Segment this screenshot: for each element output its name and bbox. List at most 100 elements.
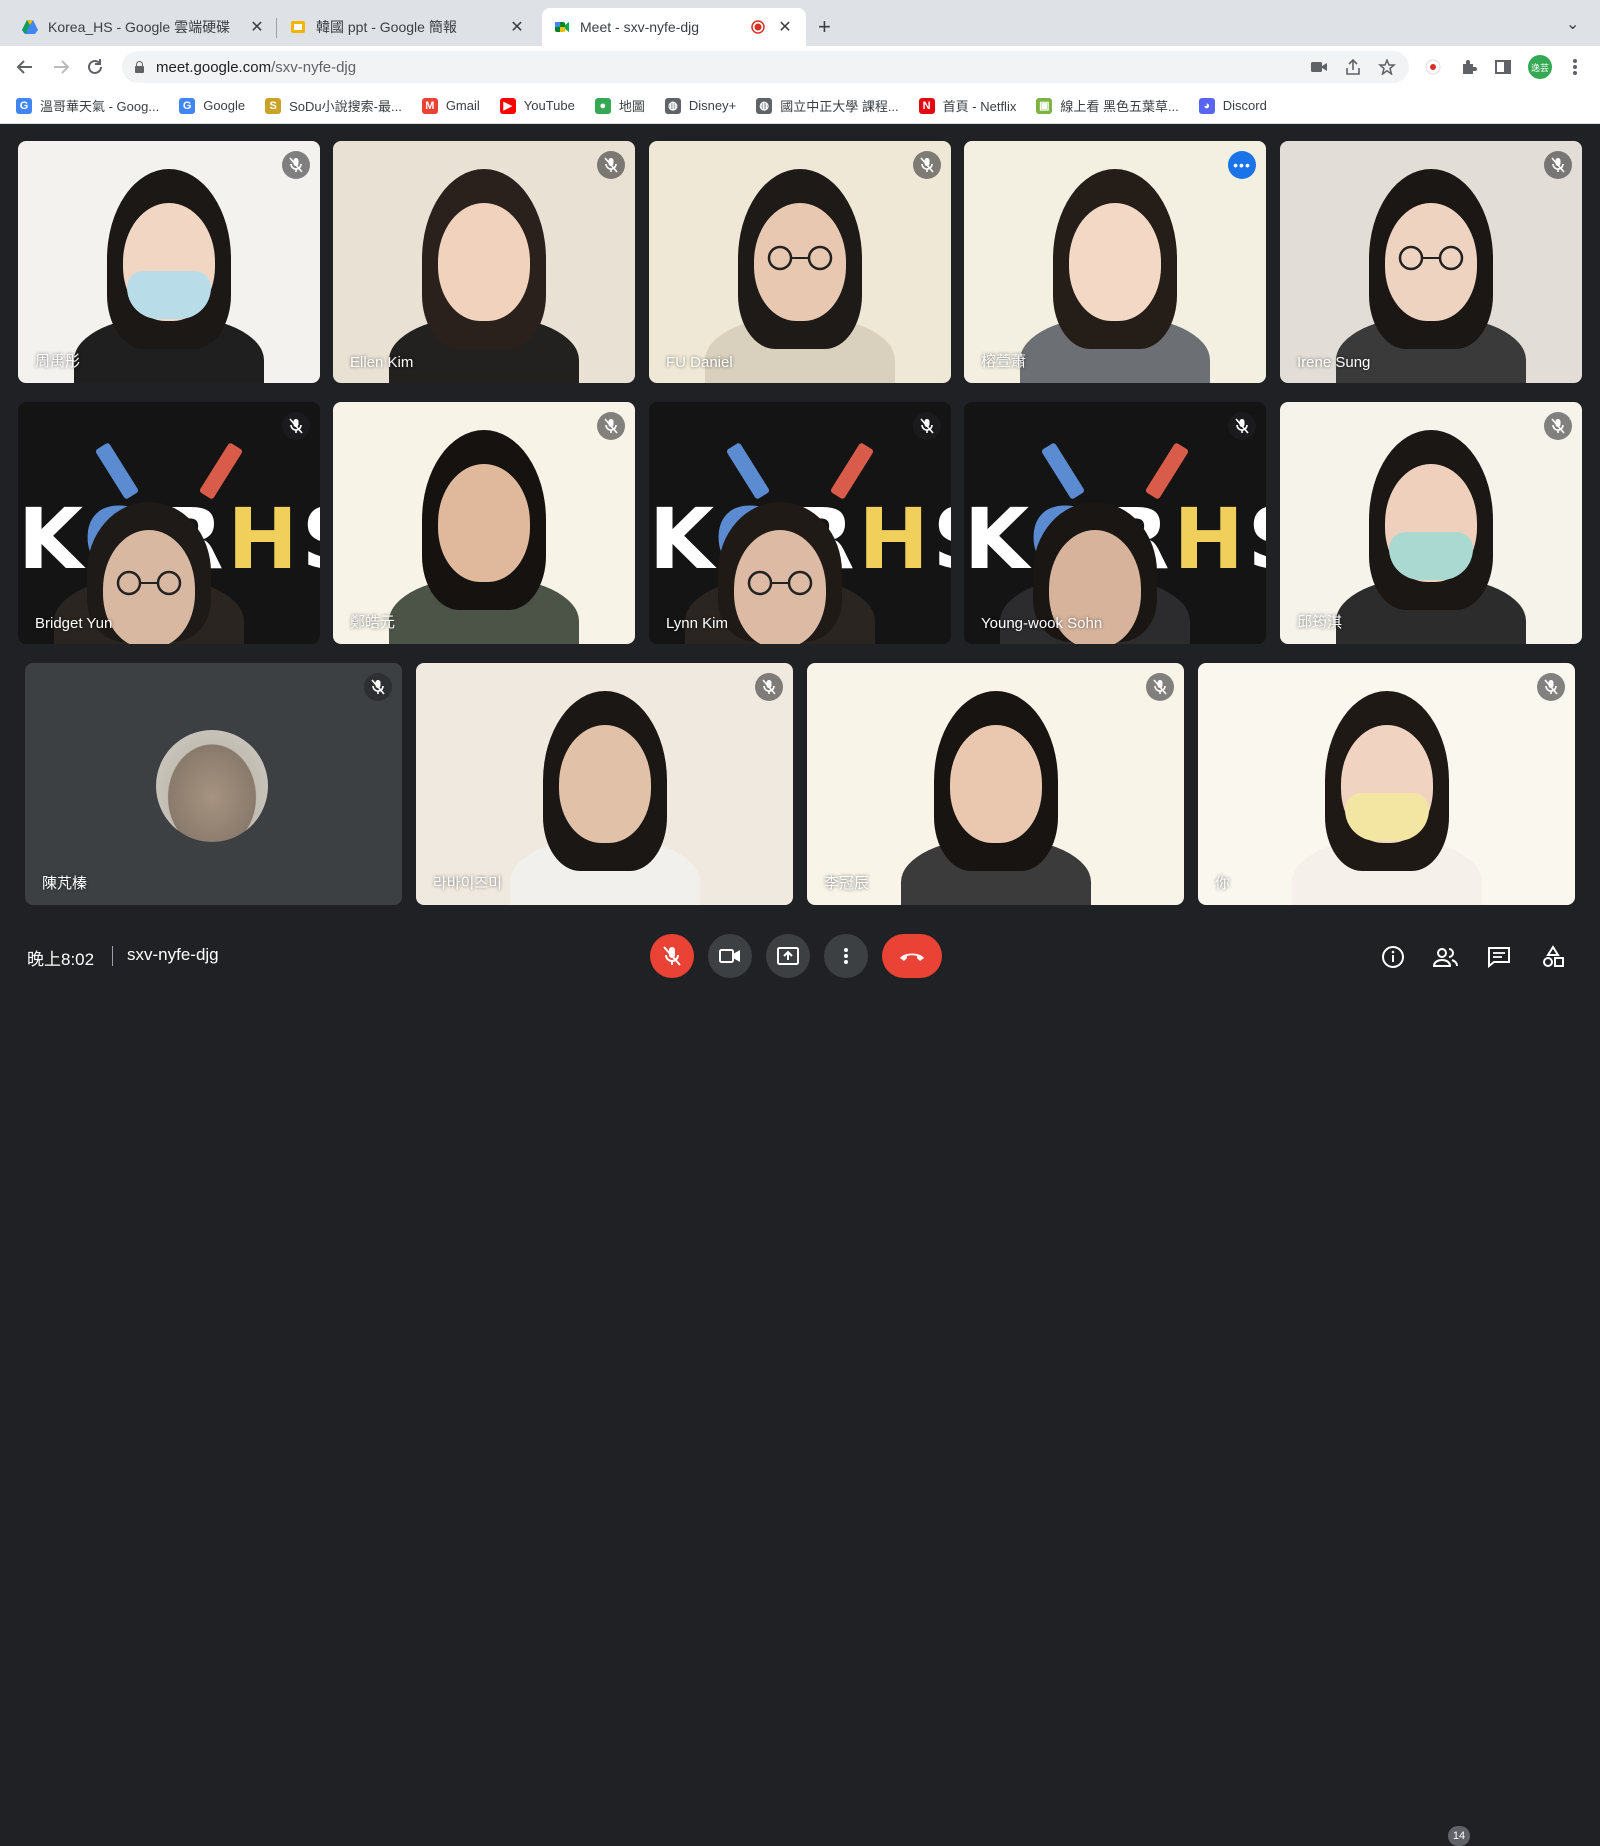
reload-button[interactable] bbox=[82, 54, 108, 80]
bookmark-item[interactable]: ◍ Disney+ bbox=[664, 97, 736, 114]
tab-google-drive[interactable]: Korea_HS - Google 雲端硬碟 ✕ bbox=[10, 8, 278, 46]
participant-tile[interactable]: Ellen Kim bbox=[333, 141, 635, 383]
logo-letter: K bbox=[964, 490, 1030, 588]
bookmark-star-icon[interactable] bbox=[1378, 59, 1396, 75]
meeting-details-button[interactable] bbox=[1380, 944, 1406, 970]
participant-tile[interactable]: KORHSBridget Yun bbox=[18, 402, 320, 644]
tab-google-meet[interactable]: Meet - sxv-nyfe-djg ✕ bbox=[542, 8, 806, 46]
participant-tile[interactable]: 라바이즈미 bbox=[416, 663, 793, 905]
participant-tile[interactable]: KORHSLynn Kim bbox=[649, 402, 951, 644]
bookmark-label: Discord bbox=[1222, 98, 1267, 113]
bookmarks-bar: G 溫哥華天氣 - Goog... G Google S SoDu小說搜索-最... M Gm… bbox=[0, 88, 1600, 124]
bookmark-item[interactable]: ▶ YouTube bbox=[499, 97, 575, 114]
close-tab-icon[interactable]: ✕ bbox=[776, 17, 794, 37]
info-icon bbox=[1382, 946, 1404, 968]
participant-name: 라바이즈미 bbox=[433, 875, 503, 892]
profile-avatar[interactable]: 逸芸 bbox=[1528, 55, 1552, 79]
participant-face bbox=[438, 203, 530, 321]
bookmark-item[interactable]: S SoDu小說搜索-最... bbox=[265, 96, 402, 115]
share-icon[interactable] bbox=[1344, 59, 1362, 75]
bookmark-item[interactable]: ● 地圖 bbox=[594, 96, 645, 115]
chat-button[interactable] bbox=[1486, 944, 1512, 970]
camera-toggle-button[interactable] bbox=[708, 934, 752, 978]
mic-off-icon bbox=[755, 673, 783, 701]
glasses bbox=[116, 570, 182, 596]
people-button[interactable] bbox=[1433, 944, 1459, 970]
address-bar[interactable]: meet.google.com/sxv-nyfe-djg bbox=[122, 51, 1409, 83]
google-icon: G bbox=[16, 97, 32, 114]
people-icon bbox=[1433, 948, 1458, 967]
bookmark-item[interactable]: M Gmail bbox=[421, 97, 480, 114]
mic-off-icon bbox=[1146, 673, 1174, 701]
participant-tile[interactable]: 周禹彤 bbox=[18, 141, 320, 383]
close-tab-icon[interactable]: ✕ bbox=[248, 17, 266, 37]
tab-search-chevron-icon[interactable]: ⌄ bbox=[1566, 14, 1579, 34]
globe-icon: ◍ bbox=[756, 97, 773, 114]
mic-off-icon bbox=[282, 151, 310, 179]
activities-button[interactable] bbox=[1540, 944, 1566, 970]
present-screen-button[interactable] bbox=[766, 934, 810, 978]
mic-off-icon bbox=[364, 673, 392, 701]
more-options-icon[interactable]: ••• bbox=[1228, 151, 1256, 179]
maps-pin-icon: ● bbox=[594, 97, 611, 114]
face-mask bbox=[1344, 793, 1429, 841]
participant-name: 你 bbox=[1215, 875, 1231, 892]
bookmark-item[interactable]: G 溫哥華天氣 - Goog... bbox=[16, 96, 159, 115]
globe-icon: ◍ bbox=[664, 97, 681, 114]
bookmark-item[interactable]: G Google bbox=[179, 97, 245, 114]
bookmark-item[interactable]: ▣ 線上看 黑色五葉草... bbox=[1036, 96, 1179, 115]
participant-tile[interactable]: ••• 榕萱蕭 bbox=[964, 141, 1266, 383]
tab-google-slides[interactable]: 韓國 ppt - Google 簡報 ✕ bbox=[278, 8, 538, 46]
netflix-icon: N bbox=[918, 97, 935, 114]
recording-extension-icon[interactable] bbox=[1422, 56, 1444, 78]
present-screen-icon bbox=[777, 947, 799, 965]
participant-name: Ellen Kim bbox=[350, 354, 414, 371]
kebab-menu-icon[interactable] bbox=[1564, 56, 1586, 78]
participant-face bbox=[438, 464, 530, 582]
extensions-puzzle-icon[interactable] bbox=[1458, 56, 1480, 78]
participant-tile[interactable]: 鄭皓元 bbox=[333, 402, 635, 644]
video-camera-icon bbox=[719, 949, 740, 963]
participant-tile[interactable]: 陳芃榛 bbox=[25, 663, 402, 905]
glasses bbox=[747, 570, 813, 596]
more-options-button[interactable] bbox=[824, 934, 868, 978]
side-panel-icon[interactable] bbox=[1492, 56, 1514, 78]
mic-off-icon bbox=[1228, 412, 1256, 440]
logo-letter: S bbox=[302, 490, 320, 588]
tab-title: Meet - sxv-nyfe-djg bbox=[580, 19, 700, 35]
bookmark-label: YouTube bbox=[523, 98, 575, 113]
meet-stage: 周禹彤Ellen KimFU Daniel•••榕萱蕭Irene SungKOR… bbox=[0, 124, 1600, 1000]
close-tab-icon[interactable]: ✕ bbox=[508, 17, 526, 37]
tab-title: Korea_HS - Google 雲端硬碟 bbox=[48, 19, 231, 35]
participant-tile[interactable]: 邱筠淇 bbox=[1280, 402, 1582, 644]
mic-off-icon bbox=[663, 946, 681, 966]
participant-name: 邱筠淇 bbox=[1297, 614, 1343, 631]
lock-icon bbox=[134, 61, 144, 73]
participant-tile[interactable]: KORHSYoung-wook Sohn bbox=[964, 402, 1266, 644]
logo-letter: K bbox=[18, 490, 84, 588]
bookmark-label: 線上看 黑色五葉草... bbox=[1060, 99, 1179, 114]
people-count-badge: 14 bbox=[1448, 1826, 1470, 1846]
forward-button[interactable] bbox=[48, 54, 74, 80]
glasses bbox=[767, 245, 833, 271]
participant-tile[interactable]: Irene Sung bbox=[1280, 141, 1582, 383]
end-call-icon bbox=[900, 953, 924, 961]
bookmark-item[interactable]: N 首頁 - Netflix bbox=[918, 96, 1016, 115]
bookmark-label: 地圖 bbox=[618, 99, 645, 114]
new-tab-button[interactable]: + bbox=[818, 14, 831, 40]
discord-icon: ◕ bbox=[1198, 97, 1215, 114]
mic-off-icon bbox=[597, 151, 625, 179]
camera-in-use-icon[interactable] bbox=[1310, 59, 1328, 75]
back-button[interactable] bbox=[12, 54, 38, 80]
participant-tile[interactable]: 李冠辰 bbox=[807, 663, 1184, 905]
meet-control-bar: 晚上8:02 sxv-nyfe-djg 14 bbox=[0, 910, 1600, 1846]
arrow-right-icon bbox=[54, 60, 70, 74]
participant-tile[interactable]: FU Daniel bbox=[649, 141, 951, 383]
bookmark-item[interactable]: ◕ Discord bbox=[1198, 97, 1267, 114]
face-mask bbox=[127, 271, 211, 319]
microphone-toggle-button[interactable] bbox=[650, 934, 694, 978]
leave-call-button[interactable] bbox=[882, 934, 942, 978]
participant-tile[interactable]: 你 bbox=[1198, 663, 1575, 905]
bookmark-item[interactable]: ◍ 國立中正大學 課程... bbox=[756, 96, 899, 115]
bookmark-label: 溫哥華天氣 - Goog... bbox=[40, 99, 160, 114]
